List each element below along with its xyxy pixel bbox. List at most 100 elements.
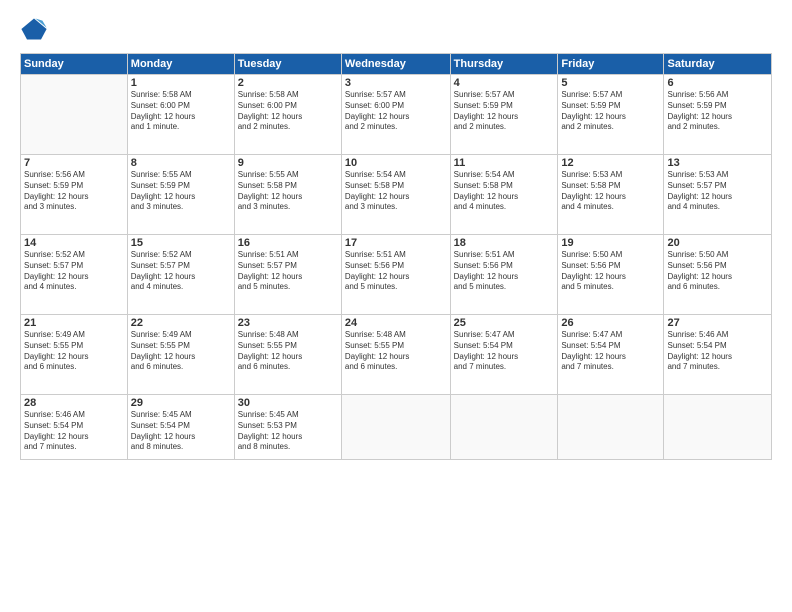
calendar-week-4: 21Sunrise: 5:49 AM Sunset: 5:55 PM Dayli… [21,315,772,395]
day-info: Sunrise: 5:49 AM Sunset: 5:55 PM Dayligh… [24,330,124,373]
day-number: 8 [131,157,231,169]
day-number: 13 [667,157,768,169]
calendar-header-tuesday: Tuesday [234,54,341,75]
day-info: Sunrise: 5:53 AM Sunset: 5:57 PM Dayligh… [667,170,768,213]
day-info: Sunrise: 5:49 AM Sunset: 5:55 PM Dayligh… [131,330,231,373]
calendar-cell: 8Sunrise: 5:55 AM Sunset: 5:59 PM Daylig… [127,155,234,235]
calendar-cell: 12Sunrise: 5:53 AM Sunset: 5:58 PM Dayli… [558,155,664,235]
day-info: Sunrise: 5:52 AM Sunset: 5:57 PM Dayligh… [131,250,231,293]
day-number: 18 [454,237,555,249]
day-info: Sunrise: 5:48 AM Sunset: 5:55 PM Dayligh… [345,330,447,373]
calendar-cell: 26Sunrise: 5:47 AM Sunset: 5:54 PM Dayli… [558,315,664,395]
calendar-header-friday: Friday [558,54,664,75]
calendar-header-row: SundayMondayTuesdayWednesdayThursdayFrid… [21,54,772,75]
logo [20,15,52,43]
calendar-cell: 20Sunrise: 5:50 AM Sunset: 5:56 PM Dayli… [664,235,772,315]
calendar-cell [341,395,450,460]
day-info: Sunrise: 5:57 AM Sunset: 6:00 PM Dayligh… [345,90,447,133]
calendar-cell: 21Sunrise: 5:49 AM Sunset: 5:55 PM Dayli… [21,315,128,395]
day-number: 20 [667,237,768,249]
day-number: 30 [238,397,338,409]
calendar-cell: 18Sunrise: 5:51 AM Sunset: 5:56 PM Dayli… [450,235,558,315]
day-info: Sunrise: 5:55 AM Sunset: 5:58 PM Dayligh… [238,170,338,213]
calendar-cell: 6Sunrise: 5:56 AM Sunset: 5:59 PM Daylig… [664,75,772,155]
calendar-week-3: 14Sunrise: 5:52 AM Sunset: 5:57 PM Dayli… [21,235,772,315]
calendar-week-2: 7Sunrise: 5:56 AM Sunset: 5:59 PM Daylig… [21,155,772,235]
day-info: Sunrise: 5:56 AM Sunset: 5:59 PM Dayligh… [667,90,768,133]
calendar-cell: 29Sunrise: 5:45 AM Sunset: 5:54 PM Dayli… [127,395,234,460]
day-info: Sunrise: 5:45 AM Sunset: 5:54 PM Dayligh… [131,410,231,453]
day-number: 29 [131,397,231,409]
day-number: 27 [667,317,768,329]
calendar-cell: 30Sunrise: 5:45 AM Sunset: 5:53 PM Dayli… [234,395,341,460]
day-info: Sunrise: 5:50 AM Sunset: 5:56 PM Dayligh… [561,250,660,293]
day-number: 9 [238,157,338,169]
day-number: 16 [238,237,338,249]
day-info: Sunrise: 5:50 AM Sunset: 5:56 PM Dayligh… [667,250,768,293]
header [20,15,772,43]
calendar-header-saturday: Saturday [664,54,772,75]
day-info: Sunrise: 5:52 AM Sunset: 5:57 PM Dayligh… [24,250,124,293]
day-number: 7 [24,157,124,169]
calendar-header-monday: Monday [127,54,234,75]
calendar-cell: 15Sunrise: 5:52 AM Sunset: 5:57 PM Dayli… [127,235,234,315]
calendar-cell [664,395,772,460]
day-info: Sunrise: 5:55 AM Sunset: 5:59 PM Dayligh… [131,170,231,213]
day-info: Sunrise: 5:46 AM Sunset: 5:54 PM Dayligh… [24,410,124,453]
day-number: 5 [561,77,660,89]
calendar-cell: 2Sunrise: 5:58 AM Sunset: 6:00 PM Daylig… [234,75,341,155]
day-info: Sunrise: 5:58 AM Sunset: 6:00 PM Dayligh… [238,90,338,133]
calendar-cell: 17Sunrise: 5:51 AM Sunset: 5:56 PM Dayli… [341,235,450,315]
day-number: 4 [454,77,555,89]
day-number: 2 [238,77,338,89]
day-info: Sunrise: 5:57 AM Sunset: 5:59 PM Dayligh… [454,90,555,133]
day-info: Sunrise: 5:46 AM Sunset: 5:54 PM Dayligh… [667,330,768,373]
calendar-cell [450,395,558,460]
calendar-table: SundayMondayTuesdayWednesdayThursdayFrid… [20,53,772,460]
day-number: 1 [131,77,231,89]
calendar-header-thursday: Thursday [450,54,558,75]
calendar-cell: 24Sunrise: 5:48 AM Sunset: 5:55 PM Dayli… [341,315,450,395]
calendar-cell: 22Sunrise: 5:49 AM Sunset: 5:55 PM Dayli… [127,315,234,395]
calendar-cell: 10Sunrise: 5:54 AM Sunset: 5:58 PM Dayli… [341,155,450,235]
day-info: Sunrise: 5:48 AM Sunset: 5:55 PM Dayligh… [238,330,338,373]
day-number: 19 [561,237,660,249]
day-number: 25 [454,317,555,329]
day-info: Sunrise: 5:58 AM Sunset: 6:00 PM Dayligh… [131,90,231,133]
day-info: Sunrise: 5:47 AM Sunset: 5:54 PM Dayligh… [561,330,660,373]
calendar-cell [558,395,664,460]
day-info: Sunrise: 5:51 AM Sunset: 5:56 PM Dayligh… [454,250,555,293]
day-info: Sunrise: 5:47 AM Sunset: 5:54 PM Dayligh… [454,330,555,373]
calendar-cell: 13Sunrise: 5:53 AM Sunset: 5:57 PM Dayli… [664,155,772,235]
day-number: 26 [561,317,660,329]
day-number: 14 [24,237,124,249]
day-info: Sunrise: 5:54 AM Sunset: 5:58 PM Dayligh… [454,170,555,213]
day-info: Sunrise: 5:57 AM Sunset: 5:59 PM Dayligh… [561,90,660,133]
day-info: Sunrise: 5:53 AM Sunset: 5:58 PM Dayligh… [561,170,660,213]
day-number: 23 [238,317,338,329]
day-number: 22 [131,317,231,329]
logo-icon [20,15,48,43]
calendar-cell: 1Sunrise: 5:58 AM Sunset: 6:00 PM Daylig… [127,75,234,155]
calendar-cell: 19Sunrise: 5:50 AM Sunset: 5:56 PM Dayli… [558,235,664,315]
calendar-cell: 28Sunrise: 5:46 AM Sunset: 5:54 PM Dayli… [21,395,128,460]
calendar-cell: 14Sunrise: 5:52 AM Sunset: 5:57 PM Dayli… [21,235,128,315]
day-number: 15 [131,237,231,249]
calendar-cell: 7Sunrise: 5:56 AM Sunset: 5:59 PM Daylig… [21,155,128,235]
day-number: 17 [345,237,447,249]
calendar-week-5: 28Sunrise: 5:46 AM Sunset: 5:54 PM Dayli… [21,395,772,460]
day-number: 6 [667,77,768,89]
day-info: Sunrise: 5:45 AM Sunset: 5:53 PM Dayligh… [238,410,338,453]
day-number: 10 [345,157,447,169]
page: SundayMondayTuesdayWednesdayThursdayFrid… [0,0,792,612]
calendar-cell: 25Sunrise: 5:47 AM Sunset: 5:54 PM Dayli… [450,315,558,395]
calendar-cell: 9Sunrise: 5:55 AM Sunset: 5:58 PM Daylig… [234,155,341,235]
calendar-cell [21,75,128,155]
day-info: Sunrise: 5:54 AM Sunset: 5:58 PM Dayligh… [345,170,447,213]
calendar-cell: 27Sunrise: 5:46 AM Sunset: 5:54 PM Dayli… [664,315,772,395]
calendar-header-sunday: Sunday [21,54,128,75]
day-number: 24 [345,317,447,329]
day-number: 11 [454,157,555,169]
calendar-cell: 11Sunrise: 5:54 AM Sunset: 5:58 PM Dayli… [450,155,558,235]
calendar-cell: 4Sunrise: 5:57 AM Sunset: 5:59 PM Daylig… [450,75,558,155]
